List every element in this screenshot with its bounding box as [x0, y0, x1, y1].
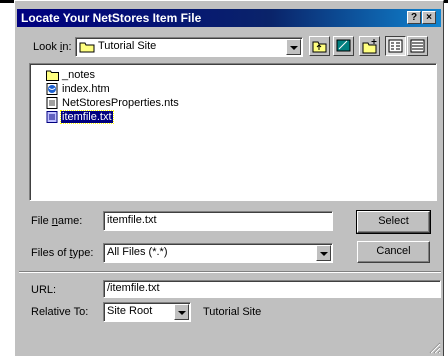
file-name-label: File name:	[31, 215, 83, 227]
document-icon	[46, 97, 59, 109]
file-name-field[interactable]: itemfile.txt	[103, 211, 333, 231]
file-dialog: Locate Your NetStores Item File ? × Look…	[14, 0, 444, 356]
html-file-icon	[46, 83, 59, 95]
relative-to-label: Relative To:	[31, 306, 89, 318]
look-in-label: Look in:	[33, 41, 72, 53]
new-folder-button[interactable]	[359, 36, 380, 56]
desktop-button[interactable]	[333, 36, 354, 56]
help-icon: ?	[410, 12, 418, 23]
relative-to-dropdown-button[interactable]	[174, 304, 189, 320]
file-type-value: All Files (*.*)	[107, 246, 168, 258]
file-name: index.htm	[62, 83, 110, 95]
url-field[interactable]: /itemfile.txt	[103, 280, 441, 298]
details-view-button[interactable]	[407, 36, 428, 56]
folder-icon	[79, 41, 95, 56]
list-item[interactable]: itemfile.txt	[46, 110, 114, 124]
title-bar[interactable]: Locate Your NetStores Item File ? ×	[17, 9, 441, 27]
site-name: Tutorial Site	[203, 306, 262, 318]
file-name: _notes	[62, 69, 96, 81]
url-value: /itemfile.txt	[107, 282, 160, 294]
relative-to-combo[interactable]: Site Root	[103, 302, 191, 322]
look-in-combo[interactable]: Tutorial Site	[75, 37, 303, 57]
file-list[interactable]: _notes index.htm NetStoresProperties.nts…	[29, 63, 437, 201]
file-type-dropdown-button[interactable]	[316, 245, 331, 261]
new-folder-icon	[362, 39, 377, 54]
text-file-icon	[46, 111, 59, 123]
divider	[19, 271, 441, 273]
list-view-button[interactable]	[385, 36, 406, 56]
list-item[interactable]: NetStoresProperties.nts	[46, 96, 180, 110]
file-type-combo[interactable]: All Files (*.*)	[103, 243, 333, 263]
folder-icon	[46, 69, 59, 81]
select-button[interactable]: Select	[356, 210, 431, 234]
up-folder-icon	[312, 41, 327, 53]
up-folder-button[interactable]	[309, 36, 330, 56]
file-name: itemfile.txt	[60, 110, 114, 124]
relative-to-value: Site Root	[107, 305, 153, 317]
file-name-value: itemfile.txt	[107, 214, 157, 226]
file-type-label: Files of type:	[31, 247, 94, 259]
desktop-icon	[336, 39, 351, 52]
look-in-value: Tutorial Site	[98, 40, 157, 52]
url-label: URL:	[31, 284, 57, 296]
look-in-dropdown-button[interactable]	[286, 39, 301, 55]
resize-grip[interactable]	[428, 341, 441, 354]
dialog-title: Locate Your NetStores Item File	[21, 11, 202, 25]
details-view-icon	[410, 39, 425, 53]
list-view-icon	[388, 39, 403, 53]
cancel-button[interactable]: Cancel	[357, 241, 430, 263]
close-icon: ×	[426, 12, 432, 23]
file-name: NetStoresProperties.nts	[62, 97, 179, 109]
list-item[interactable]: index.htm	[46, 82, 111, 96]
help-button[interactable]: ?	[407, 11, 421, 24]
list-item[interactable]: _notes	[46, 68, 96, 82]
close-button[interactable]: ×	[422, 11, 436, 24]
